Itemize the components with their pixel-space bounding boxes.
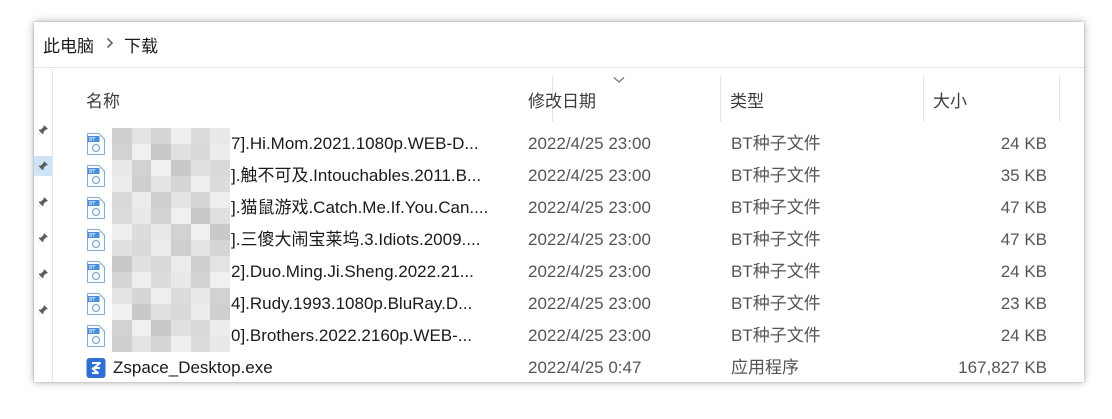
file-size: 167,827 KB bbox=[958, 358, 1047, 377]
file-row[interactable]: BT 2].Duo.Ming.Ji.Sheng.2022.21... 2022/4/… bbox=[86, 256, 1066, 288]
column-header-size[interactable]: 大小 bbox=[924, 76, 1060, 122]
file-row[interactable]: BT 4].Rudy.1993.1080p.BluRay.D... 2022/4/2… bbox=[86, 288, 1066, 320]
svg-text:BT: BT bbox=[89, 233, 96, 239]
torrent-file-icon: BT bbox=[86, 165, 106, 187]
file-type: BT种子文件 bbox=[731, 134, 821, 153]
column-header-date-label: 修改日期 bbox=[528, 91, 596, 111]
file-row[interactable]: BT ].三傻大闹宝莱坞.3.Idiots.2009.... 2022/4/25 2… bbox=[86, 224, 1066, 256]
column-header-name[interactable]: 名称 bbox=[77, 76, 553, 122]
redacted-filename-mosaic bbox=[112, 128, 230, 160]
pin-icon[interactable] bbox=[34, 156, 52, 176]
pin-icon[interactable] bbox=[34, 300, 52, 320]
file-row[interactable]: BT ].触不可及.Intouchables.2011.B... 2022/4/25… bbox=[86, 160, 1066, 192]
sort-descending-icon bbox=[613, 72, 625, 87]
column-header-date[interactable]: 修改日期 bbox=[519, 76, 721, 122]
file-name[interactable]: ].触不可及.Intouchables.2011.B... bbox=[231, 160, 506, 192]
file-explorer-window: 此电脑 下载 名称 修改日期 类型 大小 BT 7].Hi.Mom.2021.10… bbox=[34, 22, 1084, 382]
zspace-app-icon bbox=[86, 357, 106, 379]
redacted-filename-mosaic bbox=[112, 288, 230, 320]
file-name[interactable]: ].三傻大闹宝莱坞.3.Idiots.2009.... bbox=[231, 224, 506, 256]
file-size: 24 KB bbox=[1000, 262, 1047, 281]
torrent-file-icon: BT bbox=[86, 261, 106, 283]
column-header-name-label: 名称 bbox=[86, 91, 120, 111]
file-date: 2022/4/25 23:00 bbox=[528, 262, 651, 281]
file-row[interactable]: BT ].猫鼠游戏.Catch.Me.If.You.Can.... 2022/4/2… bbox=[86, 192, 1066, 224]
svg-text:BT: BT bbox=[89, 265, 96, 271]
file-date: 2022/4/25 23:00 bbox=[528, 134, 651, 153]
file-date: 2022/4/25 23:00 bbox=[528, 166, 651, 185]
file-name[interactable]: Zspace_Desktop.exe bbox=[113, 352, 493, 382]
column-header-row: 名称 修改日期 类型 大小 bbox=[53, 76, 1084, 122]
file-date: 2022/4/25 23:00 bbox=[528, 198, 651, 217]
file-date: 2022/4/25 23:00 bbox=[528, 230, 651, 249]
file-size: 24 KB bbox=[1000, 326, 1047, 345]
file-size: 47 KB bbox=[1000, 230, 1047, 249]
torrent-file-icon: BT bbox=[86, 293, 106, 315]
redacted-filename-mosaic bbox=[112, 320, 230, 352]
svg-text:BT: BT bbox=[89, 329, 96, 335]
file-row[interactable]: BT 0].Brothers.2022.2160p.WEB-... 2022/4/2… bbox=[86, 320, 1066, 352]
file-row[interactable]: BT 7].Hi.Mom.2021.1080p.WEB-D... 2022/4/25… bbox=[86, 128, 1066, 160]
file-type: BT种子文件 bbox=[731, 262, 821, 281]
breadcrumb: 此电脑 下载 bbox=[34, 22, 1084, 68]
pin-icon[interactable] bbox=[34, 264, 52, 284]
column-header-type[interactable]: 类型 bbox=[721, 76, 924, 122]
file-type: 应用程序 bbox=[731, 358, 799, 377]
redacted-filename-mosaic bbox=[112, 192, 230, 224]
file-type: BT种子文件 bbox=[731, 166, 821, 185]
redacted-filename-mosaic bbox=[112, 224, 230, 256]
file-date: 2022/4/25 0:47 bbox=[528, 358, 642, 377]
torrent-file-icon: BT bbox=[86, 133, 106, 155]
file-size: 47 KB bbox=[1000, 198, 1047, 217]
file-type: BT种子文件 bbox=[731, 326, 821, 345]
breadcrumb-current[interactable]: 下载 bbox=[124, 32, 158, 57]
file-type: BT种子文件 bbox=[731, 230, 821, 249]
torrent-file-icon: BT bbox=[86, 229, 106, 251]
torrent-file-icon: BT bbox=[86, 325, 106, 347]
column-header-type-label: 类型 bbox=[730, 91, 764, 111]
redacted-filename-mosaic bbox=[112, 256, 230, 288]
breadcrumb-root[interactable]: 此电脑 bbox=[43, 32, 94, 57]
file-date: 2022/4/25 23:00 bbox=[528, 326, 651, 345]
pin-icon[interactable] bbox=[34, 228, 52, 248]
navigation-pane bbox=[34, 69, 53, 382]
file-name[interactable]: 2].Duo.Ming.Ji.Sheng.2022.21... bbox=[231, 256, 506, 288]
pin-icon[interactable] bbox=[34, 192, 52, 212]
file-date: 2022/4/25 23:00 bbox=[528, 294, 651, 313]
svg-text:BT: BT bbox=[89, 169, 96, 175]
torrent-file-icon: BT bbox=[86, 197, 106, 219]
file-name[interactable]: 0].Brothers.2022.2160p.WEB-... bbox=[231, 320, 506, 352]
redacted-filename-mosaic bbox=[112, 160, 230, 192]
pin-icon[interactable] bbox=[34, 120, 52, 140]
file-name[interactable]: 7].Hi.Mom.2021.1080p.WEB-D... bbox=[231, 128, 506, 160]
chevron-right-icon[interactable] bbox=[106, 37, 114, 52]
file-size: 23 KB bbox=[1000, 294, 1047, 313]
file-row[interactable]: Zspace_Desktop.exe 2022/4/25 0:47 应用程序 167,… bbox=[86, 352, 1066, 382]
column-header-size-label: 大小 bbox=[933, 91, 967, 111]
file-type: BT种子文件 bbox=[731, 198, 821, 217]
file-size: 24 KB bbox=[1000, 134, 1047, 153]
svg-text:BT: BT bbox=[89, 297, 96, 303]
file-size: 35 KB bbox=[1000, 166, 1047, 185]
file-name[interactable]: 4].Rudy.1993.1080p.BluRay.D... bbox=[231, 288, 506, 320]
file-name[interactable]: ].猫鼠游戏.Catch.Me.If.You.Can.... bbox=[231, 192, 506, 224]
svg-text:BT: BT bbox=[89, 201, 96, 207]
svg-text:BT: BT bbox=[89, 137, 96, 143]
file-type: BT种子文件 bbox=[731, 294, 821, 313]
